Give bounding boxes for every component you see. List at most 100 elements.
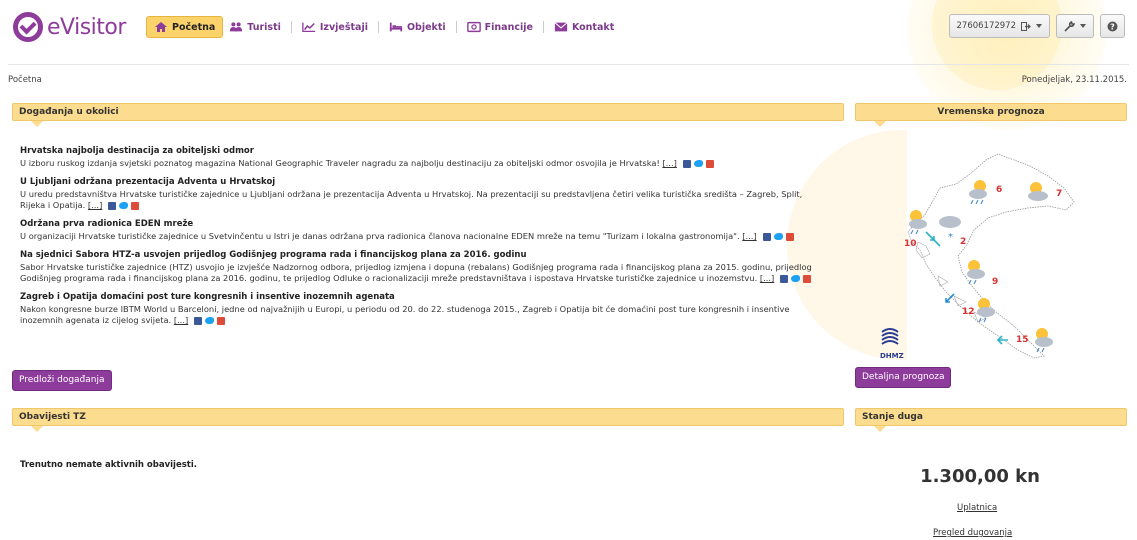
evisitor-logo[interactable]: eVisitor (13, 12, 126, 42)
news-text: Sabor Hrvatske turističke zajednice (HTZ… (20, 262, 812, 283)
header-divider (8, 64, 1129, 65)
facebook-icon[interactable] (780, 274, 789, 283)
events-list[interactable]: Hrvatska najbolja destinacija za obitelj… (20, 146, 830, 360)
breadcrumb: Početna (8, 75, 42, 85)
nav-item-turisti[interactable]: Turisti (223, 16, 287, 38)
nav-divider (377, 21, 379, 33)
share-icons (108, 201, 140, 210)
facebook-icon[interactable] (762, 232, 771, 241)
news-text: U organizaciji Hrvatske turističke zajed… (20, 231, 830, 242)
sun-rain-icon (967, 260, 985, 285)
nav-label: Kontakt (571, 21, 615, 33)
facebook-icon[interactable] (682, 159, 691, 168)
settings-button[interactable] (1056, 14, 1094, 38)
no-notices-text: Trenutno nemate aktivnih obavijesti. (20, 460, 197, 470)
weather-map[interactable]: * 6 7 10 2 9 12 15 DHMZ (878, 146, 1078, 364)
help-button[interactable]: ? (1100, 14, 1125, 38)
news-text: U izboru ruskog izdanja svjetski poznato… (20, 158, 830, 169)
news-text: Nakon kongresne burze IBTM World u Barce… (20, 304, 790, 325)
google-plus-icon[interactable] (705, 159, 714, 168)
debt-panel-title: Stanje duga (862, 412, 923, 422)
svg-text:?: ? (1110, 22, 1115, 31)
twitter-icon[interactable] (205, 316, 215, 324)
google-plus-icon[interactable] (217, 316, 226, 325)
help-icon: ? (1107, 21, 1118, 31)
wrench-icon (1064, 20, 1075, 32)
user-id: 27606172972 (956, 21, 1017, 31)
nav-label: Početna (172, 21, 216, 33)
temperature-label: 2 (960, 237, 966, 247)
money-icon (466, 21, 481, 33)
read-more-link[interactable]: [...] (174, 315, 188, 325)
temperature-label: 12 (962, 307, 975, 317)
temperature-label: 10 (904, 239, 917, 249)
facebook-icon[interactable] (108, 201, 117, 210)
notices-panel-header: Obavijesti TZ (12, 408, 844, 432)
envelope-icon (554, 22, 568, 32)
share-icons (194, 316, 226, 325)
user-menu-button[interactable]: 27606172972 (948, 14, 1050, 38)
read-more-link[interactable]: [...] (662, 158, 676, 168)
weather-panel-title: Vremenska prognoza (937, 107, 1045, 117)
nav-label: Objekti (406, 21, 446, 33)
debt-amount: 1.300,00 kn (920, 466, 1040, 487)
logo-check-icon (13, 12, 43, 42)
nav-item-financije[interactable]: Financije (461, 16, 539, 38)
top-header: eVisitor Početna Turisti Izvještaji Obje… (0, 0, 1137, 62)
logout-icon (1021, 21, 1031, 31)
read-more-link[interactable]: [...] (760, 273, 774, 283)
nav-label: Turisti (247, 21, 281, 33)
list-item: U Ljubljani održana prezentacija Adventa… (20, 177, 830, 211)
twitter-icon[interactable] (773, 232, 783, 240)
nav-divider (290, 21, 292, 33)
logo-text: eVisitor (47, 14, 126, 40)
chart-icon (302, 22, 315, 33)
svg-text:DHMZ: DHMZ (880, 352, 904, 360)
read-more-link[interactable]: [...] (742, 231, 756, 241)
news-title[interactable]: Zagreb i Opatija domaćini post ture kong… (20, 292, 830, 302)
chevron-down-icon (1080, 24, 1086, 28)
nav-item-objekti[interactable]: Objekti (383, 16, 452, 38)
nav-item-kontakt[interactable]: Kontakt (548, 16, 620, 38)
list-item: Održana prva radionica EDEN mreže U orga… (20, 219, 830, 242)
main-nav: Početna Turisti Izvještaji Objekti Finan… (146, 16, 620, 38)
current-date: Ponedjeljak, 23.11.2015. (1021, 75, 1127, 85)
temperature-label: 15 (1016, 335, 1029, 345)
google-plus-icon[interactable] (131, 201, 140, 210)
twitter-icon[interactable] (119, 201, 129, 209)
nav-divider (455, 21, 457, 33)
debt-overview-link[interactable]: Pregled dugovanja (933, 528, 1012, 538)
nav-item-izvjestaji[interactable]: Izvještaji (296, 16, 374, 38)
temperature-label: 9 (992, 277, 998, 287)
news-text: U uredu predstavništva Hrvatske turistič… (20, 189, 803, 210)
twitter-icon[interactable] (693, 159, 703, 167)
news-title[interactable]: Hrvatska najbolja destinacija za obitelj… (20, 146, 830, 156)
share-icons (780, 274, 812, 283)
debt-panel-header: Stanje duga (855, 408, 1127, 432)
facebook-icon[interactable] (194, 316, 203, 325)
google-plus-icon[interactable] (785, 232, 794, 241)
temperature-label: 6 (996, 185, 1002, 195)
list-item: Hrvatska najbolja destinacija za obitelj… (20, 146, 830, 169)
read-more-link[interactable]: [...] (88, 200, 102, 210)
suggest-event-button[interactable]: Predloži događanja (12, 370, 112, 391)
share-icons (762, 232, 794, 241)
news-title[interactable]: Održana prva radionica EDEN mreže (20, 219, 830, 229)
twitter-icon[interactable] (791, 274, 801, 282)
sun-rain-icon (1035, 328, 1053, 353)
nav-divider (542, 21, 544, 33)
header-tools: 27606172972 ? (948, 14, 1125, 38)
list-item: Na sjednici Sabora HTZ-a usvojen prijedl… (20, 250, 830, 284)
events-panel-title: Događanja u okolici (19, 107, 119, 117)
chevron-down-icon (1036, 24, 1042, 28)
notices-panel-title: Obavijesti TZ (19, 412, 86, 422)
news-title[interactable]: Na sjednici Sabora HTZ-a usvojen prijedl… (20, 250, 830, 260)
list-item: Zagreb i Opatija domaćini post ture kong… (20, 292, 830, 326)
nav-item-pocetna[interactable]: Početna (146, 16, 224, 38)
google-plus-icon[interactable] (803, 274, 812, 283)
payment-slip-link[interactable]: Uplatnica (957, 503, 997, 513)
news-title[interactable]: U Ljubljani održana prezentacija Adventa… (20, 177, 830, 187)
events-panel-header: Događanja u okolici (12, 103, 844, 127)
nav-label: Financije (484, 21, 533, 33)
detailed-forecast-button[interactable]: Detaljna prognoza (855, 367, 952, 388)
